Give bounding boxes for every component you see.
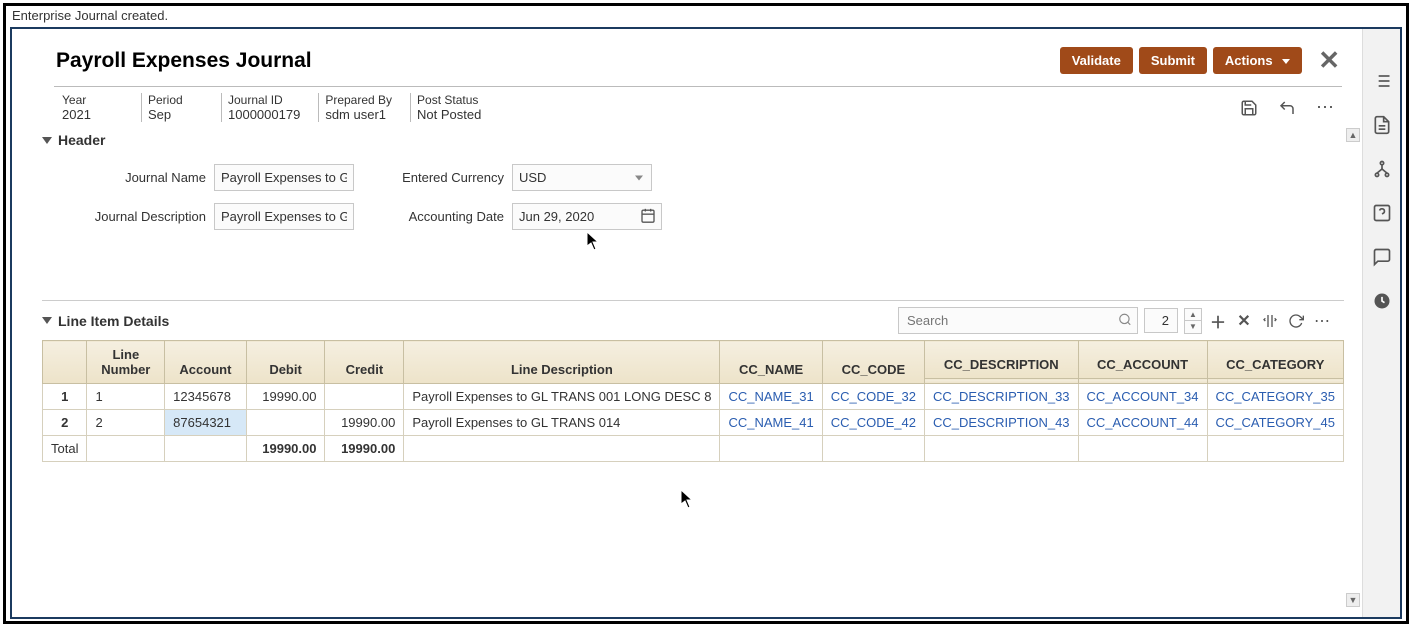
info-panel: Year 2021 Period Sep Journal ID 10000001…	[54, 86, 1342, 128]
status-message: Enterprise Journal created.	[6, 6, 1406, 27]
journal-description-input[interactable]	[214, 203, 354, 230]
total-label: Total	[43, 436, 87, 462]
search-icon[interactable]	[1118, 312, 1132, 329]
info-poststatus-label: Post Status	[417, 93, 481, 107]
cell-line-description[interactable]: Payroll Expenses to GL TRANS 001 LONG DE…	[404, 384, 720, 410]
document-icon[interactable]	[1370, 113, 1394, 137]
close-icon[interactable]: ✕	[1318, 45, 1340, 76]
info-journalid-value: 1000000179	[228, 107, 300, 122]
cell-cc-code[interactable]: CC_CODE_42	[822, 410, 924, 436]
cell-cc-name[interactable]: CC_NAME_31	[720, 384, 822, 410]
hierarchy-icon[interactable]	[1370, 157, 1394, 181]
comment-icon[interactable]	[1370, 245, 1394, 269]
cell-line-description[interactable]: Payroll Expenses to GL TRANS 014	[404, 410, 720, 436]
info-preparedby-value: sdm user1	[325, 107, 392, 122]
col-account[interactable]: Account	[165, 341, 246, 384]
cell-cc-account[interactable]: CC_ACCOUNT_34	[1078, 384, 1207, 410]
clock-icon[interactable]	[1370, 289, 1394, 313]
scroll-down-icon[interactable]: ▼	[1346, 593, 1360, 607]
info-period-value: Sep	[148, 107, 203, 122]
header-section-title: Header	[58, 132, 105, 148]
side-toolbar	[1362, 29, 1400, 617]
help-icon[interactable]	[1370, 201, 1394, 225]
stepper-up-icon[interactable]: ▲	[1185, 309, 1201, 321]
page-title: Payroll Expenses Journal	[56, 49, 1054, 73]
stepper-down-icon[interactable]: ▼	[1185, 321, 1201, 333]
search-input[interactable]	[898, 307, 1138, 334]
row-number[interactable]: 1	[43, 384, 87, 410]
scroll-up-icon[interactable]: ▲	[1346, 128, 1360, 142]
entered-currency-value: USD	[519, 170, 546, 185]
info-preparedby-label: Prepared By	[325, 93, 392, 107]
delete-row-icon[interactable]: ✕	[1234, 311, 1254, 331]
list-icon[interactable]	[1370, 69, 1394, 93]
col-line-description[interactable]: Line Description	[404, 341, 720, 384]
info-year-value: 2021	[62, 107, 123, 122]
more-icon[interactable]: ⋯	[1314, 97, 1336, 119]
journal-name-input[interactable]	[214, 164, 354, 191]
cell-cc-account[interactable]: CC_ACCOUNT_44	[1078, 410, 1207, 436]
cell-cc-category[interactable]: CC_CATEGORY_35	[1207, 384, 1343, 410]
cell-debit[interactable]: 19990.00	[246, 384, 325, 410]
cell-credit[interactable]: 19990.00	[325, 410, 404, 436]
validate-button[interactable]: Validate	[1060, 47, 1133, 74]
col-cc-name[interactable]: CC_NAME	[720, 341, 822, 384]
col-line-number[interactable]: Line Number	[87, 341, 165, 384]
accounting-date-label: Accounting Date	[394, 209, 504, 224]
cell-cc-code[interactable]: CC_CODE_32	[822, 384, 924, 410]
line-items-table: Line Number Account Debit Credit Line De…	[42, 340, 1344, 462]
table-row[interactable]: 2 2 87654321 19990.00 Payroll Expenses t…	[43, 410, 1344, 436]
cell-cc-category[interactable]: CC_CATEGORY_45	[1207, 410, 1343, 436]
cell-cc-name[interactable]: CC_NAME_41	[720, 410, 822, 436]
calendar-icon[interactable]	[640, 207, 656, 226]
lineitems-section-title: Line Item Details	[58, 313, 169, 329]
cell-account[interactable]: 12345678	[165, 384, 246, 410]
actions-menu-button[interactable]: Actions	[1213, 47, 1302, 74]
col-cc-category[interactable]: CC_CATEGORY	[1207, 341, 1343, 379]
cell-line-number[interactable]: 1	[87, 384, 165, 410]
save-icon[interactable]	[1238, 97, 1260, 119]
journal-name-label: Journal Name	[74, 170, 206, 185]
col-debit[interactable]: Debit	[246, 341, 325, 384]
journal-panel: Payroll Expenses Journal Validate Submit…	[10, 27, 1402, 619]
cell-account[interactable]: 87654321	[165, 410, 246, 436]
entered-currency-select[interactable]: USD	[512, 164, 652, 191]
cell-cc-description[interactable]: CC_DESCRIPTION_33	[924, 384, 1078, 410]
submit-button[interactable]: Submit	[1139, 47, 1207, 74]
chevron-down-icon	[1282, 59, 1290, 64]
cell-debit[interactable]	[246, 410, 325, 436]
undo-icon[interactable]	[1276, 97, 1298, 119]
chevron-down-icon	[635, 175, 643, 180]
col-cc-description[interactable]: CC_DESCRIPTION	[924, 341, 1078, 379]
header-disclosure-icon[interactable]	[42, 137, 52, 144]
refresh-icon[interactable]	[1286, 311, 1306, 331]
info-period-label: Period	[148, 93, 203, 107]
col-cc-code[interactable]: CC_CODE	[822, 341, 924, 384]
journal-description-label: Journal Description	[74, 209, 206, 224]
adjust-columns-icon[interactable]	[1260, 311, 1280, 331]
row-stepper[interactable]: ▲ ▼	[1184, 308, 1202, 334]
cell-line-number[interactable]: 2	[87, 410, 165, 436]
total-credit: 19990.00	[325, 436, 404, 462]
col-credit[interactable]: Credit	[325, 341, 404, 384]
total-debit: 19990.00	[246, 436, 325, 462]
more-icon[interactable]: ⋯	[1312, 311, 1332, 331]
col-cc-account[interactable]: CC_ACCOUNT	[1078, 341, 1207, 379]
table-row[interactable]: 1 1 12345678 19990.00 Payroll Expenses t…	[43, 384, 1344, 410]
info-journalid-label: Journal ID	[228, 93, 300, 107]
cell-credit[interactable]	[325, 384, 404, 410]
lineitems-disclosure-icon[interactable]	[42, 317, 52, 324]
actions-label: Actions	[1225, 53, 1273, 68]
row-counter[interactable]: 2	[1144, 308, 1178, 333]
info-poststatus-value: Not Posted	[417, 107, 481, 122]
add-row-icon[interactable]: ＋	[1208, 311, 1228, 331]
app-window: Enterprise Journal created. Payroll Expe…	[3, 3, 1409, 624]
cell-cc-description[interactable]: CC_DESCRIPTION_43	[924, 410, 1078, 436]
entered-currency-label: Entered Currency	[394, 170, 504, 185]
corner-header	[43, 341, 87, 384]
info-year-label: Year	[62, 93, 123, 107]
row-number[interactable]: 2	[43, 410, 87, 436]
total-row: Total 19990.00 19990.00	[43, 436, 1344, 462]
vertical-scrollbar[interactable]: ▲ ▼	[1346, 128, 1360, 607]
